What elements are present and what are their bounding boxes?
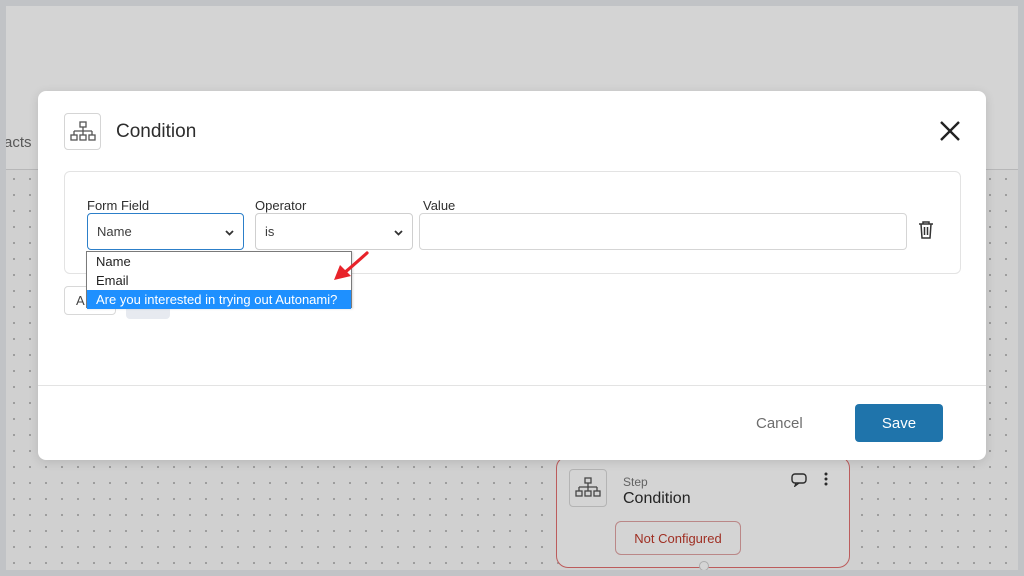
form-field-dropdown: Name Email Are you interested in trying … [86, 251, 352, 309]
form-field-select[interactable]: Name [87, 213, 244, 250]
modal-divider [38, 385, 986, 386]
annotation-arrow-icon [330, 250, 372, 289]
value-input[interactable] [419, 213, 907, 250]
operator-select[interactable]: is [255, 213, 413, 250]
close-icon[interactable] [936, 117, 964, 145]
operator-selected: is [265, 224, 275, 239]
dropdown-option-autonami[interactable]: Are you interested in trying out Autonam… [87, 290, 351, 309]
save-button[interactable]: Save [855, 404, 943, 442]
dropdown-option-name[interactable]: Name [87, 252, 351, 271]
chevron-down-icon [393, 226, 404, 241]
value-label: Value [423, 198, 456, 213]
dropdown-option-email[interactable]: Email [87, 271, 351, 290]
operator-label: Operator [255, 198, 307, 213]
form-field-selected: Name [97, 224, 132, 239]
chevron-down-icon [224, 226, 235, 241]
cancel-button[interactable]: Cancel [756, 415, 803, 432]
form-field-label: Form Field [87, 198, 150, 213]
hierarchy-icon [64, 113, 101, 150]
modal-title: Condition [116, 121, 197, 142]
trash-icon[interactable] [918, 220, 934, 244]
